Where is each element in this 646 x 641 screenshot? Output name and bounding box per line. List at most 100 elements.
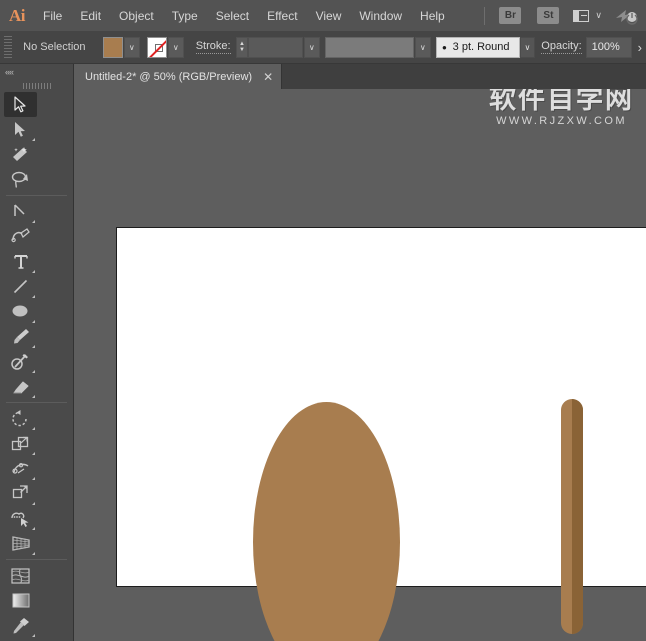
menu-item-file[interactable]: File xyxy=(34,0,71,31)
stroke-weight-dropdown[interactable]: ∨ xyxy=(304,37,320,58)
menu-item-effect[interactable]: Effect xyxy=(258,0,306,31)
tool-panel: «« xyxy=(0,64,74,641)
control-bar: No Selection ∨ ∨ Stroke: ▲ ▼ ∨ ∨ • 3 pt.… xyxy=(0,31,646,64)
stepper-down-icon: ▼ xyxy=(239,47,245,53)
tool-flyout-indicator xyxy=(32,295,35,298)
document-tab-title: Untitled-2* @ 50% (RGB/Preview) xyxy=(85,71,252,83)
selection-status-label: No Selection xyxy=(17,41,103,53)
bridge-icon[interactable]: Br xyxy=(499,7,521,24)
stroke-label: Stroke: xyxy=(196,40,231,54)
tool-group-drawing xyxy=(0,199,73,399)
free-transform-tool[interactable] xyxy=(4,481,37,506)
ellipse-shape[interactable] xyxy=(253,402,400,641)
control-bar-grip[interactable] xyxy=(4,36,12,58)
brush-bullet-icon: • xyxy=(442,41,447,54)
tool-flyout-indicator xyxy=(32,502,35,505)
illustrator-window: Ai File Edit Object Type Select Effect V… xyxy=(0,0,646,641)
watermark: 软件自学网 WWW.RJZXW.COM xyxy=(489,89,634,127)
tool-flyout-indicator xyxy=(32,527,35,530)
scale-tool[interactable] xyxy=(4,431,37,456)
menu-bar: Ai File Edit Object Type Select Effect V… xyxy=(0,0,646,31)
chevron-down-icon: ∨ xyxy=(595,10,602,21)
line-segment-tool[interactable] xyxy=(4,274,37,299)
canvas-area[interactable]: 软件自学网 WWW.RJZXW.COM xyxy=(74,89,646,641)
rounded-bar-shade xyxy=(572,399,583,634)
pen-tool[interactable] xyxy=(4,199,37,224)
tool-divider xyxy=(6,559,67,560)
menu-item-edit[interactable]: Edit xyxy=(71,0,110,31)
collapse-panel-icon[interactable]: «« xyxy=(5,67,13,77)
curvature-tool[interactable] xyxy=(4,224,37,249)
variable-width-dropdown[interactable]: ∨ xyxy=(415,37,431,58)
tool-flyout-indicator xyxy=(32,634,35,637)
selection-tool[interactable] xyxy=(4,92,37,117)
tool-group-selection xyxy=(0,92,73,192)
app-logo: Ai xyxy=(0,0,34,31)
menu-divider xyxy=(484,7,485,25)
tool-flyout-indicator xyxy=(32,452,35,455)
watermark-url: WWW.RJZXW.COM xyxy=(489,115,634,127)
tool-flyout-indicator xyxy=(32,427,35,430)
close-icon[interactable]: ✕ xyxy=(263,71,273,83)
stroke-swatch-inner xyxy=(155,44,163,52)
menu-item-view[interactable]: View xyxy=(307,0,351,31)
tool-panel-grip[interactable] xyxy=(0,79,73,92)
menu-item-select[interactable]: Select xyxy=(207,0,258,31)
brush-definition-label: 3 pt. Round xyxy=(453,41,510,53)
stroke-weight-input[interactable] xyxy=(248,37,303,58)
ellipse-tool[interactable] xyxy=(4,299,37,324)
menu-bar-right-group: Br St ∨ xyxy=(474,7,646,25)
width-tool[interactable] xyxy=(4,456,37,481)
brush-definition-dropdown[interactable]: ∨ xyxy=(520,37,536,58)
shape-builder-tool[interactable] xyxy=(4,506,37,531)
workspace-switcher[interactable]: ∨ xyxy=(573,10,602,22)
watermark-title: 软件自学网 xyxy=(489,89,634,113)
tool-flyout-indicator xyxy=(32,370,35,373)
paintbrush-tool[interactable] xyxy=(4,324,37,349)
perspective-grid-tool[interactable] xyxy=(4,531,37,556)
lasso-tool[interactable] xyxy=(4,167,37,192)
tool-flyout-indicator xyxy=(32,552,35,555)
opacity-input[interactable]: 100% xyxy=(586,37,632,58)
tool-flyout-indicator xyxy=(32,395,35,398)
tool-divider xyxy=(6,195,67,196)
tool-group-transform xyxy=(0,406,73,556)
tool-flyout-indicator xyxy=(32,320,35,323)
tool-panel-header[interactable]: «« xyxy=(0,64,73,79)
magic-wand-tool[interactable] xyxy=(4,142,37,167)
stroke-color-dropdown[interactable]: ∨ xyxy=(168,37,184,58)
brush-definition-field[interactable]: • 3 pt. Round xyxy=(436,37,520,58)
rotate-tool[interactable] xyxy=(4,406,37,431)
gradient-tool[interactable] xyxy=(4,588,37,613)
tool-flyout-indicator xyxy=(32,477,35,480)
eraser-tool[interactable] xyxy=(4,374,37,399)
menu-item-object[interactable]: Object xyxy=(110,0,163,31)
variable-width-profile-input[interactable] xyxy=(325,37,414,58)
mesh-tool[interactable] xyxy=(4,563,37,588)
menu-item-help[interactable]: Help xyxy=(411,0,454,31)
creative-cloud-power-icon[interactable] xyxy=(614,7,638,25)
workspace-layout-icon xyxy=(573,10,589,22)
control-bar-overflow-button[interactable]: › xyxy=(638,40,646,55)
stroke-weight-stepper[interactable]: ▲ ▼ xyxy=(236,37,249,58)
tool-group-color xyxy=(0,563,73,641)
direct-selection-tool[interactable] xyxy=(4,117,37,142)
fill-color-swatch[interactable] xyxy=(103,37,123,58)
stroke-color-swatch[interactable] xyxy=(147,37,167,58)
fill-color-dropdown[interactable]: ∨ xyxy=(124,37,140,58)
rounded-bar-shape[interactable] xyxy=(561,399,583,634)
type-tool[interactable] xyxy=(4,249,37,274)
opacity-label: Opacity: xyxy=(541,40,581,54)
menu-item-window[interactable]: Window xyxy=(350,0,411,31)
tool-flyout-indicator xyxy=(32,345,35,348)
tool-divider xyxy=(6,402,67,403)
document-tab-bar: Untitled-2* @ 50% (RGB/Preview) ✕ xyxy=(74,64,646,89)
tool-flyout-indicator xyxy=(32,220,35,223)
document-tab[interactable]: Untitled-2* @ 50% (RGB/Preview) ✕ xyxy=(74,64,282,89)
shaper-tool[interactable] xyxy=(4,349,37,374)
tool-flyout-indicator xyxy=(32,270,35,273)
eyedropper-tool[interactable] xyxy=(4,613,37,638)
stock-icon[interactable]: St xyxy=(537,7,559,24)
menu-item-type[interactable]: Type xyxy=(163,0,207,31)
tool-flyout-indicator xyxy=(32,138,35,141)
